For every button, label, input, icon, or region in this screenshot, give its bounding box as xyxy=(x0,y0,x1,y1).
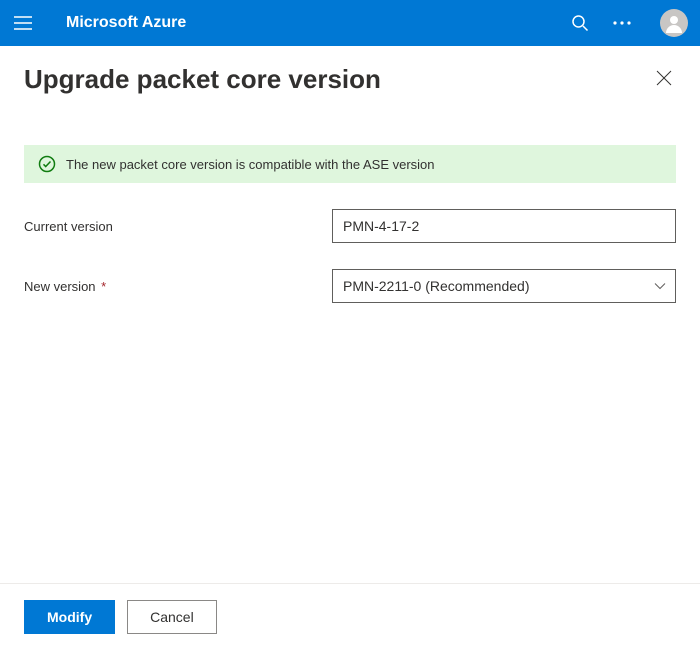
modify-button[interactable]: Modify xyxy=(24,600,115,634)
person-icon xyxy=(663,12,685,34)
top-bar: Microsoft Azure xyxy=(0,0,700,46)
top-actions xyxy=(570,9,688,37)
required-indicator: * xyxy=(98,279,107,294)
current-version-label: Current version xyxy=(24,219,332,234)
new-version-label-text: New version xyxy=(24,279,96,294)
new-version-select-wrap: PMN-2211-0 (Recommended) xyxy=(332,269,676,303)
current-version-input[interactable] xyxy=(332,209,676,243)
avatar[interactable] xyxy=(660,9,688,37)
success-banner: The new packet core version is compatibl… xyxy=(24,145,676,183)
checkmark-circle-icon xyxy=(38,155,56,173)
footer: Modify Cancel xyxy=(0,583,700,654)
hamburger-icon xyxy=(14,16,32,30)
more-button[interactable] xyxy=(612,13,632,33)
cancel-button[interactable]: Cancel xyxy=(127,600,217,634)
brand-title: Microsoft Azure xyxy=(66,14,570,32)
new-version-select[interactable]: PMN-2211-0 (Recommended) xyxy=(332,269,676,303)
content-area: The new packet core version is compatibl… xyxy=(0,111,700,583)
new-version-row: New version * PMN-2211-0 (Recommended) xyxy=(24,269,676,303)
search-icon xyxy=(571,14,589,32)
page-title: Upgrade packet core version xyxy=(24,64,381,95)
banner-message: The new packet core version is compatibl… xyxy=(66,157,435,172)
hamburger-menu-button[interactable] xyxy=(0,0,46,46)
search-button[interactable] xyxy=(570,13,590,33)
more-icon xyxy=(613,21,631,25)
close-icon xyxy=(656,70,672,86)
close-button[interactable] xyxy=(652,66,676,93)
new-version-label: New version * xyxy=(24,279,332,294)
current-version-row: Current version xyxy=(24,209,676,243)
page-header: Upgrade packet core version xyxy=(0,46,700,111)
